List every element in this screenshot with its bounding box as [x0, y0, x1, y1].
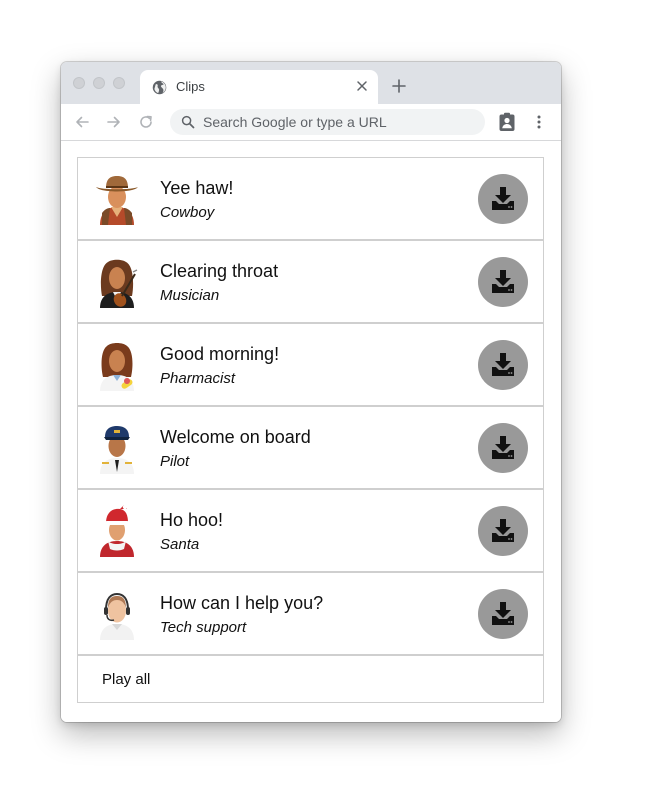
clip-title: How can I help you?	[160, 593, 324, 613]
window-zoom-light[interactable]	[113, 77, 125, 89]
download-button[interactable]	[478, 423, 528, 473]
clip-title: Ho hoo!	[160, 510, 224, 530]
pilot-avatar-icon	[100, 426, 134, 474]
download-button[interactable]	[478, 589, 528, 639]
tab-clips[interactable]: Clips	[140, 70, 378, 104]
play-all-button[interactable]: Play all	[102, 671, 150, 688]
santa-avatar-icon	[100, 505, 134, 557]
download-icon	[492, 187, 514, 210]
list-item: How can I help you? Tech support	[78, 573, 543, 656]
list-item: Yee haw! Cowboy	[78, 158, 543, 241]
clip-list: Yee haw! Cowboy Clearing throat Musician…	[77, 157, 544, 703]
clip-character: Pilot	[160, 453, 190, 470]
globe-icon	[152, 80, 167, 95]
download-icon	[492, 519, 514, 542]
omnibox-placeholder: Search Google or type a URL	[203, 114, 387, 130]
download-icon	[492, 353, 514, 376]
download-button[interactable]	[478, 506, 528, 556]
tech-support-avatar-icon	[100, 592, 134, 640]
page-content: Yee haw! Cowboy Clearing throat Musician…	[61, 141, 561, 722]
musician-avatar-icon	[100, 259, 138, 308]
download-icon	[492, 436, 514, 459]
search-icon	[181, 115, 195, 129]
browser-toolbar: Search Google or type a URL	[61, 104, 561, 141]
clip-title: Welcome on board	[160, 427, 311, 447]
download-button[interactable]	[478, 174, 528, 224]
clip-title: Yee haw!	[160, 178, 234, 198]
pharmacist-avatar-icon	[100, 343, 134, 391]
list-item: Clearing throat Musician	[78, 241, 543, 324]
list-item: Ho hoo! Santa	[78, 490, 543, 573]
clip-title: Clearing throat	[160, 261, 279, 281]
clip-character: Tech support	[160, 619, 247, 636]
download-button[interactable]	[478, 340, 528, 390]
clip-title: Good morning!	[160, 344, 280, 364]
forward-arrow-icon[interactable]	[106, 114, 122, 130]
back-arrow-icon[interactable]	[74, 114, 90, 130]
plus-icon[interactable]	[391, 78, 407, 94]
list-item: Welcome on board Pilot	[78, 407, 543, 490]
window-minimize-light[interactable]	[93, 77, 105, 89]
window-close-light[interactable]	[73, 77, 85, 89]
list-item: Good morning! Pharmacist	[78, 324, 543, 407]
close-icon[interactable]	[354, 78, 370, 94]
clip-character: Musician	[160, 287, 220, 304]
cowboy-avatar-icon	[96, 176, 138, 225]
download-button[interactable]	[478, 257, 528, 307]
tab-title: Clips	[176, 79, 205, 94]
omnibox[interactable]: Search Google or type a URL	[170, 109, 485, 135]
clip-character: Santa	[160, 536, 200, 553]
reload-icon[interactable]	[138, 114, 154, 130]
clip-character: Pharmacist	[160, 370, 236, 387]
clipboard-person-icon[interactable]	[498, 112, 516, 132]
play-all-row: Play all	[78, 656, 543, 702]
browser-window: Clips Search Google or type a URL Yee ha…	[61, 62, 561, 722]
tab-strip: Clips	[61, 62, 561, 104]
download-icon	[492, 270, 514, 293]
download-icon	[492, 602, 514, 625]
kebab-menu-icon[interactable]	[531, 114, 547, 130]
clip-character: Cowboy	[160, 204, 215, 221]
